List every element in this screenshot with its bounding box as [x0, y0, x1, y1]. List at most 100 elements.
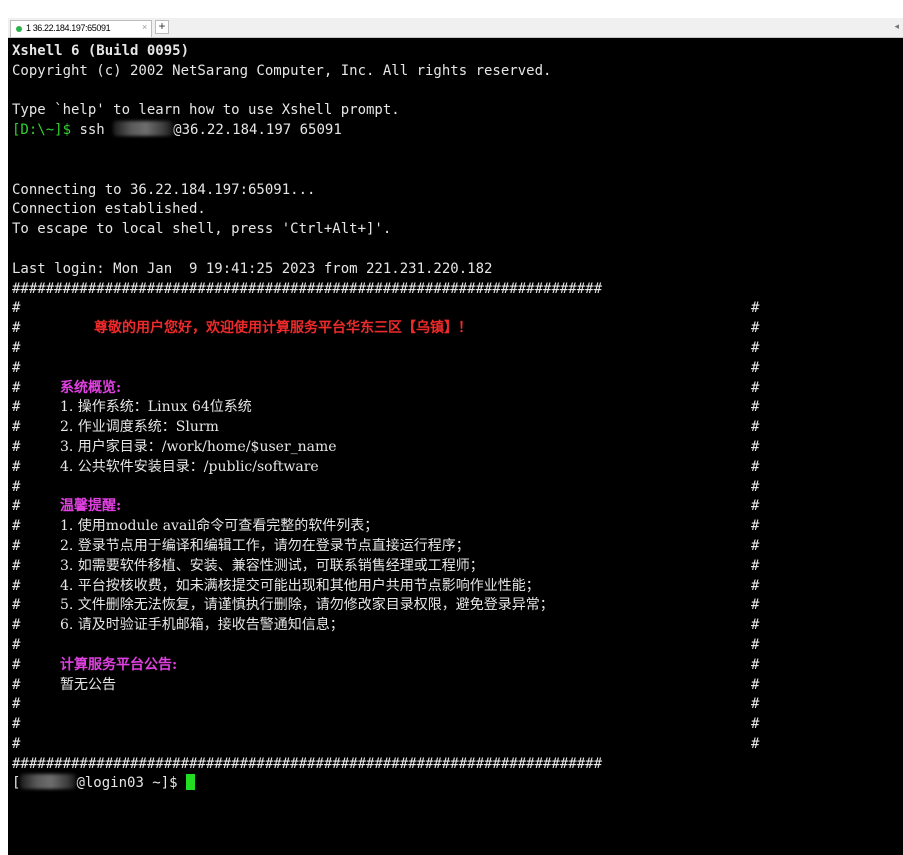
border-hash: # — [12, 379, 21, 396]
border-hash: # — [12, 557, 21, 574]
motd-border-top: ########################################… — [12, 280, 603, 297]
motd-row: #3. 用户家目录：/work/home/$user_name # — [12, 438, 903, 458]
border-hash: # — [12, 537, 21, 554]
tab-bar: 1 36.22.184.197:65091 × + ◂ — [8, 18, 903, 38]
border-hash: # — [751, 636, 760, 653]
ssh-host: @36.22.184.197 65091 — [173, 122, 342, 139]
border-hash: # — [751, 458, 760, 475]
remote-prompt-line[interactable]: [ @login03 ~]$ — [12, 774, 903, 794]
motd-border-bottom: ########################################… — [12, 755, 603, 772]
copyright-line: Copyright (c) 2002 NetSarang Computer, I… — [12, 62, 552, 79]
border-hash: # — [751, 419, 760, 436]
border-hash: # — [751, 320, 760, 337]
prompt-open-bracket: [ — [12, 775, 21, 792]
motd-row: #1. 使用module avail命令可查看完整的软件列表； # — [12, 517, 903, 537]
motd-row: # # — [12, 695, 903, 715]
border-hash: # — [12, 300, 21, 317]
border-hash: # — [751, 300, 760, 317]
scroll-tabs-icon[interactable]: ◂ — [894, 21, 899, 32]
border-hash: # — [751, 379, 760, 396]
tips-item: 2. 登录节点用于编译和编辑工作，请勿在登录节点直接运行程序； — [60, 537, 470, 554]
motd-row: # 系统概览: # — [12, 379, 903, 399]
overview-item: 2. 作业调度系统：Slurm — [60, 419, 219, 436]
tips-heading: 温馨提醒: — [60, 498, 122, 515]
border-hash: # — [751, 676, 760, 693]
motd-row: # 温馨提醒: # — [12, 497, 903, 517]
border-hash: # — [12, 498, 21, 515]
connecting-line: Connecting to 36.22.184.197:65091... — [12, 181, 316, 198]
overview-item: 3. 用户家目录：/work/home/$user_name — [60, 438, 337, 455]
session-tab[interactable]: 1 36.22.184.197:65091 × — [10, 20, 152, 37]
terminal-view[interactable]: Xshell 6 (Build 0095) Copyright (c) 2002… — [8, 38, 903, 855]
border-hash: # — [751, 359, 760, 376]
border-hash: # — [12, 478, 21, 495]
border-hash: # — [12, 339, 21, 356]
redacted-username — [113, 121, 174, 137]
tips-item: 5. 文件删除无法恢复，请谨慎执行删除，请勿修改家目录权限，避免登录异常； — [60, 597, 554, 614]
motd-row: #2. 登录节点用于编译和编辑工作，请勿在登录节点直接运行程序； # — [12, 537, 903, 557]
redacted-username — [20, 774, 77, 790]
border-hash: # — [12, 636, 21, 653]
welcome-message: 尊敬的用户您好，欢迎使用计算服务平台华东三区【乌镇】！ — [94, 320, 472, 337]
motd-row: # # — [12, 715, 903, 735]
escape-hint-line: To escape to local shell, press 'Ctrl+Al… — [12, 221, 392, 238]
motd-row: #6. 请及时验证手机邮箱，接收告警通知信息； # — [12, 616, 903, 636]
border-hash: # — [751, 617, 760, 634]
session-tab-title: 1 36.22.184.197:65091 — [26, 23, 111, 33]
notice-heading: 计算服务平台公告: — [60, 656, 178, 673]
border-hash: # — [12, 735, 21, 752]
border-hash: # — [751, 537, 760, 554]
motd-row: # # — [12, 478, 903, 498]
border-hash: # — [751, 478, 760, 495]
border-hash: # — [751, 339, 760, 356]
motd-row: #1. 操作系统：Linux 64位系统 # — [12, 398, 903, 418]
connected-status-icon — [16, 26, 22, 32]
border-hash: # — [12, 577, 21, 594]
border-hash: # — [751, 518, 760, 535]
motd-row: #3. 如需要软件移植、安装、兼容性测试，可联系销售经理或工程师； # — [12, 557, 903, 577]
motd-row: # 暂无公告 # — [12, 676, 903, 696]
tips-item: 4. 平台按核收费，如未满核提交可能出现和其他用户共用节点影响作业性能； — [60, 577, 540, 594]
new-tab-button[interactable]: + — [155, 20, 169, 34]
motd-row: # # — [12, 636, 903, 656]
border-hash: # — [751, 438, 760, 455]
border-hash: # — [12, 438, 21, 455]
border-hash: # — [12, 359, 21, 376]
border-hash: # — [12, 419, 21, 436]
motd-row: #2. 作业调度系统：Slurm # — [12, 418, 903, 438]
border-hash: # — [12, 458, 21, 475]
border-hash: # — [751, 597, 760, 614]
motd-row: # # — [12, 359, 903, 379]
border-hash: # — [751, 577, 760, 594]
tips-item: 1. 使用module avail命令可查看完整的软件列表； — [60, 518, 379, 535]
overview-item: 1. 操作系统：Linux 64位系统 — [60, 399, 252, 416]
motd-row: #4. 平台按核收费，如未满核提交可能出现和其他用户共用节点影响作业性能； # — [12, 577, 903, 597]
close-tab-icon[interactable]: × — [142, 22, 147, 32]
border-hash: # — [12, 696, 21, 713]
last-login-line: Last login: Mon Jan 9 19:41:25 2023 from… — [12, 260, 493, 277]
border-hash: # — [12, 656, 21, 673]
motd-row: # 尊敬的用户您好，欢迎使用计算服务平台华东三区【乌镇】！ # — [12, 319, 903, 339]
motd-row: # # — [12, 735, 903, 755]
cursor — [186, 774, 196, 791]
established-line: Connection established. — [12, 201, 206, 218]
motd-box: # # # 尊敬的用户您好，欢迎使用计算服务平台华东三区【乌镇】！ # # # # # # 系统概览… — [12, 299, 903, 754]
local-prompt: [D:\~]$ — [12, 122, 72, 139]
help-line: Type `help' to learn how to use Xshell p… — [12, 102, 400, 119]
motd-row: #4. 公共软件安装目录：/public/software # — [12, 458, 903, 478]
border-hash: # — [12, 676, 21, 693]
border-hash: # — [12, 518, 21, 535]
border-hash: # — [751, 557, 760, 574]
tips-item: 6. 请及时验证手机邮箱，接收告警通知信息； — [60, 617, 344, 634]
border-hash: # — [751, 656, 760, 673]
border-hash: # — [751, 498, 760, 515]
motd-row: # # — [12, 299, 903, 319]
overview-item: 4. 公共软件安装目录：/public/software — [60, 458, 319, 475]
border-hash: # — [751, 735, 760, 752]
remote-prompt: @login03 ~]$ — [76, 775, 187, 792]
ssh-command: ssh — [71, 122, 114, 139]
